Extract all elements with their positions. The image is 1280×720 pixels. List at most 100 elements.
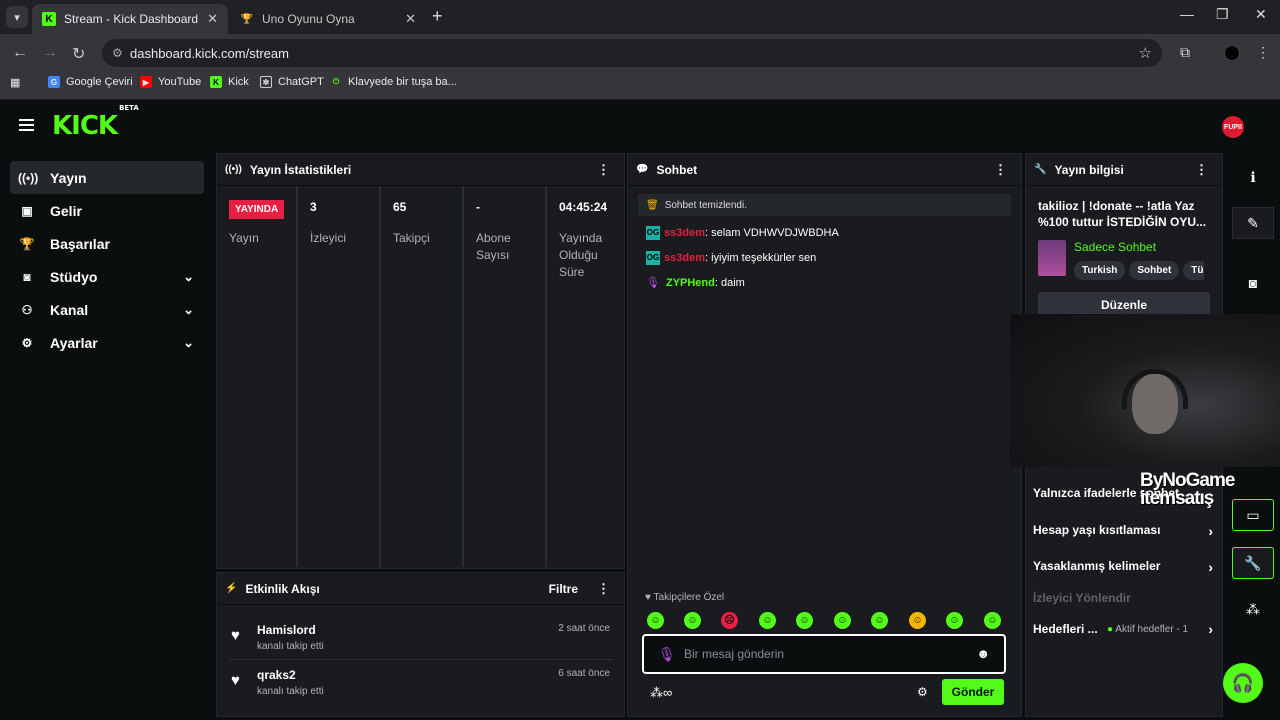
- screen-icon[interactable]: ▭: [1232, 499, 1274, 531]
- sidebar-item-label: Stüdyo: [50, 268, 98, 285]
- extensions-icon[interactable]: ⧉: [1180, 44, 1190, 61]
- chevron-down-icon: ⌄: [183, 301, 194, 317]
- badge-icon: OG: [646, 250, 660, 265]
- url-bar[interactable]: ⚙ dashboard.kick.com/stream ☆: [102, 39, 1162, 67]
- emote-icon[interactable]: ☺: [984, 612, 1001, 629]
- info-icon[interactable]: ℹ: [1232, 161, 1274, 193]
- points-icon[interactable]: ⁂∞: [650, 685, 672, 701]
- close-window-icon[interactable]: ✕: [1255, 6, 1267, 23]
- tab-kick-dashboard[interactable]: K Stream - Kick Dashboard ✕: [32, 4, 228, 34]
- apps-grid-icon[interactable]: ▦: [10, 76, 20, 89]
- chat-username[interactable]: ZYPHend: [666, 277, 715, 289]
- stat-value: 04:45:24: [559, 200, 608, 214]
- chat-message-input[interactable]: [684, 645, 964, 663]
- points-icon[interactable]: ⁂: [1232, 593, 1274, 625]
- list-item: ♥ Hamislord kanalı takip etti 2 saat önc…: [229, 615, 612, 660]
- more-options-icon[interactable]: ⋮: [994, 162, 1007, 178]
- send-button[interactable]: Gönder: [942, 679, 1004, 705]
- more-options-icon[interactable]: ⋮: [1195, 162, 1208, 178]
- mic-icon[interactable]: 🎙: [658, 646, 676, 663]
- category-thumbnail: [1038, 240, 1066, 276]
- sidebar-item-basarilar[interactable]: 🏆 Başarılar: [10, 227, 204, 260]
- emote-icon[interactable]: ☺: [871, 612, 888, 629]
- panel-title: Etkinlik Akışı: [245, 581, 320, 596]
- emote-icon[interactable]: ☺: [759, 612, 776, 629]
- sidebar-item-studyo[interactable]: ◙ Stüdyo ⌄: [10, 260, 204, 293]
- setting-account-age[interactable]: Hesap yaşı kısıtlaması ›: [1033, 523, 1213, 539]
- support-chat-icon[interactable]: 🎧: [1223, 663, 1263, 703]
- back-icon[interactable]: ←: [12, 44, 28, 62]
- stat-izleyici: 3 İzleyici: [298, 186, 381, 567]
- sidebar-item-yayin[interactable]: ((•)) Yayın: [10, 161, 204, 194]
- wrench-icon[interactable]: 🔧: [1232, 547, 1274, 579]
- panel-title: Sohbet: [656, 162, 698, 177]
- chat-settings-icon[interactable]: ⚙: [917, 685, 928, 699]
- new-tab-icon[interactable]: +: [432, 6, 443, 27]
- setting-label: Hedefleri ...: [1033, 622, 1098, 636]
- stats-panel: ((•)) Yayın İstatistikleri ⋮ YAYINDA Yay…: [216, 153, 625, 569]
- camera-icon[interactable]: ◙: [1232, 267, 1274, 299]
- menu-icon[interactable]: [19, 119, 34, 131]
- minimize-icon[interactable]: —: [1180, 6, 1194, 22]
- maximize-icon[interactable]: ❐: [1216, 6, 1229, 23]
- chat-message: 🎙 ZYPHend : daim: [628, 270, 1021, 295]
- setting-banned-words[interactable]: Yasaklanmış kelimeler ›: [1033, 559, 1213, 575]
- user-avatar[interactable]: FUPII: [1222, 116, 1244, 138]
- stat-value: 3: [310, 200, 317, 214]
- chat-input-box: 🎙 ☻: [642, 634, 1006, 674]
- sidebar-item-label: Ayarlar: [50, 334, 98, 351]
- system-message-text: Sohbet temizlendi.: [664, 199, 747, 211]
- bookmark-youtube[interactable]: ▶ YouTube: [140, 76, 201, 88]
- sidebar-item-gelir[interactable]: ▣ Gelir: [10, 194, 204, 227]
- emoji-picker-icon[interactable]: ☻: [976, 646, 990, 661]
- sidebar-item-label: Yayın: [50, 169, 87, 186]
- sidebar-item-kanal[interactable]: ⚇ Kanal ⌄: [10, 293, 204, 326]
- users-icon: ⚇: [21, 302, 33, 317]
- more-options-icon[interactable]: ⋮: [597, 162, 610, 178]
- browser-menu-icon[interactable]: ⋮: [1256, 44, 1270, 61]
- chevron-right-icon: ›: [1208, 559, 1213, 575]
- bookmark-star-icon[interactable]: ☆: [1139, 44, 1152, 62]
- emote-icon[interactable]: ☹: [721, 612, 738, 629]
- emote-icon[interactable]: ☺: [796, 612, 813, 629]
- bookmark-google-ceviri[interactable]: G Google Çeviri: [48, 76, 133, 88]
- category-name[interactable]: Sadece Sohbet: [1074, 240, 1204, 254]
- close-tab-icon[interactable]: ✕: [207, 11, 218, 27]
- profile-avatar[interactable]: [1224, 45, 1240, 61]
- event-user[interactable]: Hamislord: [257, 623, 316, 637]
- heart-icon: ♥: [231, 627, 240, 644]
- site-info-icon[interactable]: ⚙: [112, 46, 123, 60]
- edit-icon[interactable]: ✎: [1232, 207, 1274, 239]
- emote-icon[interactable]: ☺: [946, 612, 963, 629]
- sidebar-item-ayarlar[interactable]: ⚙ Ayarlar ⌄: [10, 326, 204, 359]
- chatgpt-icon: ✲: [260, 76, 272, 88]
- reload-icon[interactable]: ↻: [72, 44, 85, 64]
- forward-icon[interactable]: →: [42, 44, 58, 62]
- chat-message: OG ss3dem : selam VDHWVDJWBDHA: [628, 220, 1021, 245]
- emote-icon[interactable]: ☺: [909, 612, 926, 629]
- chat-panel-header: 💬 Sohbet ⋮: [628, 154, 1021, 186]
- kick-logo[interactable]: KICKBETA: [52, 104, 139, 141]
- event-user[interactable]: qraks2: [257, 668, 296, 682]
- chat-username[interactable]: ss3dem: [664, 227, 705, 239]
- emote-icon[interactable]: ☺: [684, 612, 701, 629]
- setting-viewer-redirect: İzleyici Yönlendir: [1033, 591, 1131, 605]
- more-options-icon[interactable]: ⋮: [597, 581, 610, 597]
- logo-text: KICK: [52, 111, 118, 141]
- emote-icon[interactable]: ☺: [834, 612, 851, 629]
- stat-yayin: YAYINDA Yayın: [217, 186, 298, 567]
- setting-goals[interactable]: Hedefleri ... ● Aktif hedefler - 1 ›: [1033, 621, 1213, 637]
- emote-icon[interactable]: ☺: [647, 612, 664, 629]
- tab-uno[interactable]: 🏆 Uno Oyunu Oyna ✕: [230, 4, 426, 34]
- tab-search-icon[interactable]: ▾: [6, 6, 28, 28]
- stats-panel-header: ((•)) Yayın İstatistikleri ⋮: [217, 154, 624, 186]
- bookmark-kick[interactable]: K Kick: [210, 76, 249, 88]
- bookmark-klavye[interactable]: ⏻ Klavyede bir tuşa ba...: [330, 76, 457, 88]
- close-tab-icon[interactable]: ✕: [405, 11, 416, 27]
- filter-button[interactable]: Filtre: [549, 582, 578, 596]
- chat-username[interactable]: ss3dem: [664, 252, 705, 264]
- category: Sadece Sohbet TurkishSohbetTürk: [1038, 240, 1204, 280]
- bookmark-label: Klavyede bir tuşa ba...: [348, 76, 457, 88]
- bookmark-chatgpt[interactable]: ✲ ChatGPT: [260, 76, 324, 88]
- stat-takipci: 65 Takipçi: [381, 186, 464, 567]
